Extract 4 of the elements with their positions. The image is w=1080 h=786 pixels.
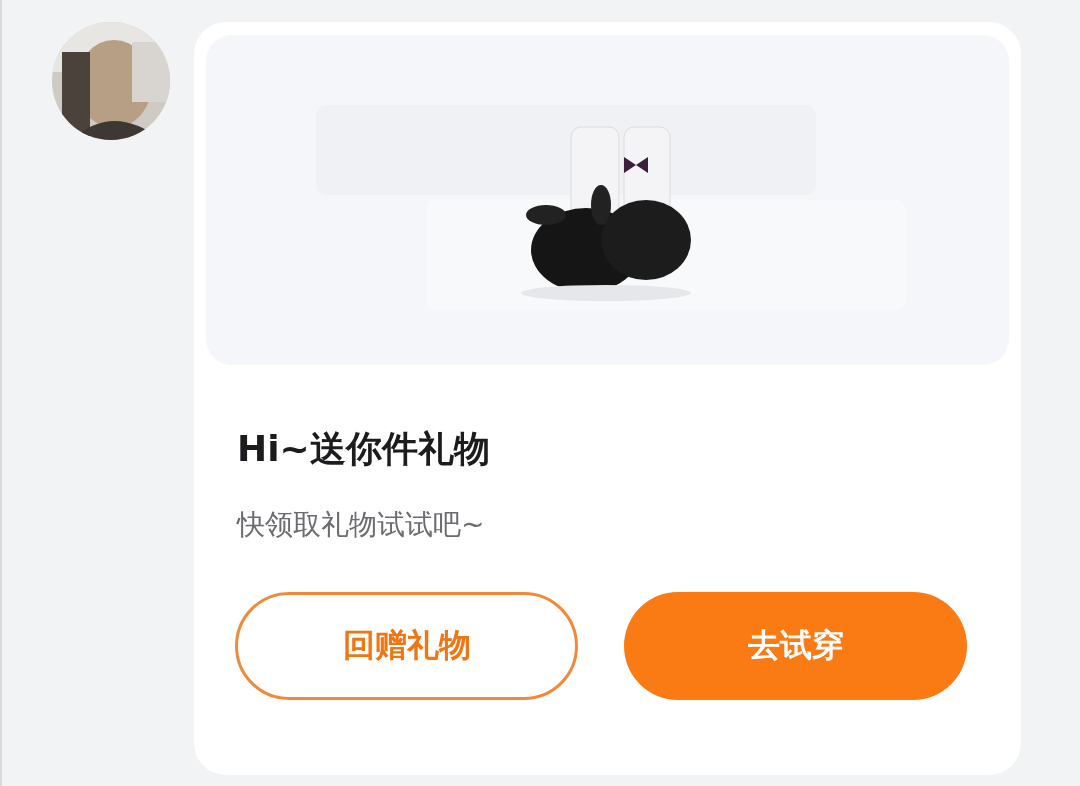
card-subtitle: 快领取礼物试试吧~	[237, 507, 486, 543]
try-on-button[interactable]: 去试穿	[624, 592, 967, 700]
card-title: Hi~送你件礼物	[237, 427, 491, 471]
gift-back-button[interactable]: 回赠礼物	[235, 592, 578, 700]
